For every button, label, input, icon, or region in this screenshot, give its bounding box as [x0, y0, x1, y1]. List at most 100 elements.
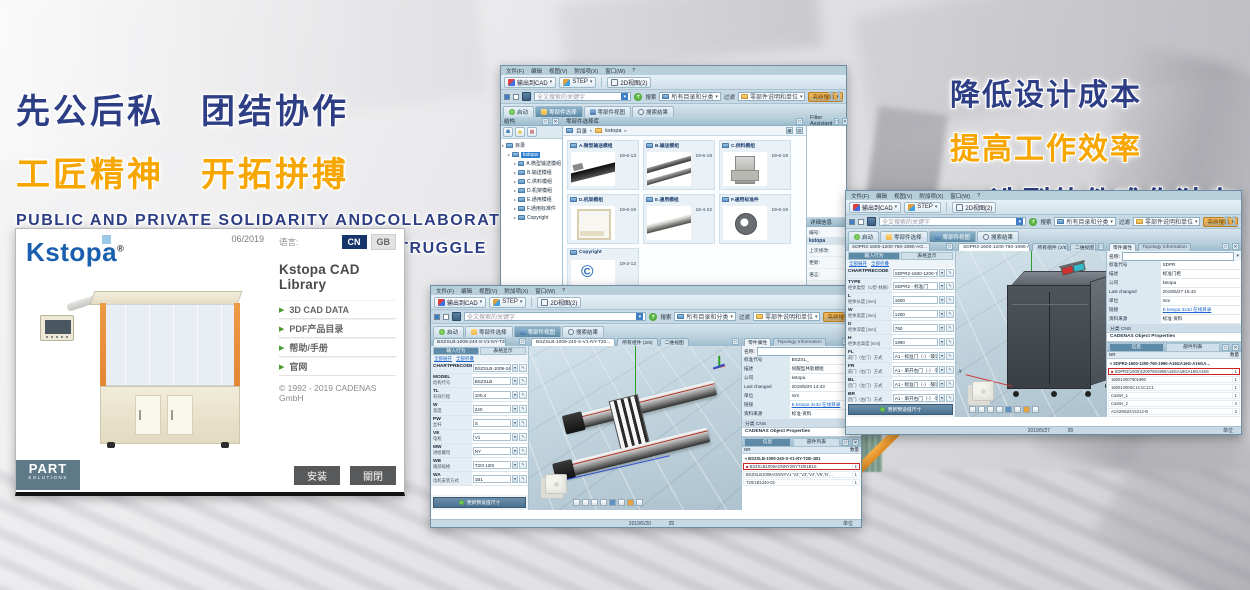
tab-part-selection[interactable]: 零部件选择	[535, 106, 583, 117]
menu-item[interactable]: ?	[632, 68, 635, 74]
maximize-icon[interactable]: □	[834, 118, 839, 125]
structure-row[interactable]: BSZSLB1009AGNNYV1 'V2','V3','V4','V5','N…	[743, 471, 860, 478]
edit-icon[interactable]: ✎	[946, 338, 954, 346]
chevron-down-icon[interactable]: ▾	[512, 461, 518, 469]
menu-item[interactable]: 附加项(X)	[504, 287, 528, 295]
structure-row[interactable]: SDPR2-1600-1200-760-1990-A16GA16G-A16GA…	[1108, 360, 1240, 367]
chevron-down-icon[interactable]: ▾	[939, 394, 945, 402]
edit-icon[interactable]: ✎	[946, 352, 954, 360]
topology-tab[interactable]: Topology Information	[773, 338, 826, 346]
menu-item[interactable]: ?	[562, 288, 565, 294]
subtab-input[interactable]: 输入行为	[848, 252, 900, 260]
view-option-icon[interactable]: ▤	[796, 127, 803, 134]
search-option-checkbox[interactable]	[858, 219, 864, 225]
tab-search-results[interactable]: 搜索结果	[977, 231, 1019, 242]
parameter-value[interactable]: 240	[473, 405, 511, 413]
menu-item[interactable]: 窗口(W)	[950, 192, 970, 200]
view-2d-button[interactable]: 2D视图(2)	[952, 202, 996, 213]
menu-item[interactable]: 文件(F)	[436, 287, 454, 295]
dialog-menu-item[interactable]: ▶ 3D CAD DATA	[279, 300, 396, 319]
viewport-tab-assembly[interactable]: 所有组件 (2/8)	[617, 338, 657, 346]
maximize-icon[interactable]: □	[732, 338, 739, 345]
catalog-card[interactable]: C.供料模组 19-6-19	[719, 140, 791, 190]
structure-row[interactable]: Caster_11	[1108, 392, 1240, 399]
advanced-search-button[interactable]: 高级搜索▾	[1203, 217, 1238, 227]
chevron-down-icon[interactable]: ▾	[939, 366, 945, 374]
view-tool-icon[interactable]	[582, 499, 589, 506]
structure-row[interactable]: Caster_24	[1108, 400, 1240, 407]
export-to-cad-button[interactable]: 输出到CAD▾	[434, 297, 486, 308]
dialog-menu-item[interactable]: ▶ 官网	[279, 357, 396, 376]
info-tab[interactable]: 信息	[744, 438, 791, 447]
close-icon[interactable]: ✕	[552, 118, 559, 125]
chevron-down-icon[interactable]: ▾	[512, 377, 518, 385]
zoom-icon[interactable]	[600, 499, 607, 506]
tab-start[interactable]: 启动	[848, 231, 879, 242]
maximize-icon[interactable]: □	[542, 118, 549, 125]
edit-icon[interactable]: ✎	[946, 366, 954, 374]
structure-row[interactable]: T20I1B1240-021	[743, 479, 860, 486]
tab-search-results[interactable]: 搜索结果	[632, 106, 674, 117]
tree-caret-icon[interactable]: ▸	[514, 170, 516, 175]
search-scope-combo[interactable]: 所有目录和分类▾	[659, 92, 721, 101]
edit-icon[interactable]: ✎	[519, 433, 527, 441]
catalog-card[interactable]: A.微型输送模组 19-6-13	[567, 140, 639, 190]
tab-start[interactable]: 启动	[503, 106, 534, 117]
parameter-value[interactable]: A1 - 标准门（-）-玻璃窗（透）	[893, 352, 938, 360]
subtab-table[interactable]: 表格显示	[901, 252, 953, 260]
cabinet-model[interactable]	[1007, 271, 1106, 399]
menu-item[interactable]: ?	[977, 193, 980, 199]
parameter-value[interactable]: S	[473, 419, 511, 427]
structure-row[interactable]: BSZSLB1009AGNNY2NYT20I1B1S1	[743, 463, 860, 470]
breadcrumb-category[interactable]: kstopa	[605, 128, 621, 134]
parameter-value[interactable]: 1200	[893, 310, 938, 318]
maximize-icon[interactable]: □	[519, 338, 526, 345]
search-input[interactable]: 全文搜索的关键字▾	[534, 92, 631, 101]
info-tab[interactable]: 信息	[1109, 343, 1164, 352]
chevron-down-icon[interactable]: ▾	[939, 352, 945, 360]
edit-icon[interactable]: ✎	[519, 475, 527, 483]
parameter-value[interactable]: SDPR2-1600-1200-760-19	[893, 269, 938, 277]
chevron-down-icon[interactable]: ▾	[512, 475, 518, 483]
calendar-icon[interactable]: ▦	[527, 127, 537, 137]
pan-icon[interactable]	[1014, 406, 1021, 413]
close-icon[interactable]: ✕	[1232, 344, 1239, 351]
maximize-icon[interactable]: □	[1222, 243, 1229, 250]
search-mode-button[interactable]	[867, 217, 876, 226]
menu-item[interactable]: 附加项(X)	[574, 67, 598, 75]
search-option-checkbox[interactable]	[443, 314, 449, 320]
parameter-value[interactable]: BSZSLB-1009-240-S-V1-N	[473, 364, 511, 372]
chevron-down-icon[interactable]: ▾	[512, 419, 518, 427]
step-format-button[interactable]: STEP▾	[904, 202, 941, 213]
viewport-tab-model[interactable]: BSZSLB-1009-240-S-V1-NY-T20...	[531, 338, 615, 346]
edit-icon[interactable]: ✎	[946, 269, 954, 277]
structure-row[interactable]: 16001200SC1C1C1C11	[1108, 384, 1240, 391]
catalog-card[interactable]: F.通用标准件 19-6-19	[719, 194, 791, 244]
chevron-down-icon[interactable]: ▾	[512, 447, 518, 455]
search-scope-combo[interactable]: 所有目录和分类▾	[674, 312, 736, 321]
view-tool-icon[interactable]	[591, 499, 598, 506]
viewport-tab-assembly[interactable]: 所有组件 (2/8)	[1032, 243, 1067, 251]
search-option-checkbox[interactable]	[434, 314, 440, 320]
tab-part-view[interactable]: 零部件视图	[584, 106, 632, 117]
close-icon[interactable]: ✕	[842, 118, 848, 125]
navigation-cube[interactable]	[545, 474, 567, 494]
maximize-icon[interactable]: □	[796, 118, 803, 125]
breadcrumb-root[interactable]: 目录	[576, 127, 587, 135]
maximize-icon[interactable]: □	[946, 243, 953, 250]
viewport-3d[interactable]	[529, 346, 741, 510]
tab-part-selection[interactable]: 零部件选择	[880, 231, 928, 242]
catalog-card[interactable]: B.输送模组 19-6-19	[643, 140, 715, 190]
tree-item[interactable]: ▸ 目录	[502, 141, 561, 150]
tree-item[interactable]: ▸ D.机架模组	[502, 186, 561, 195]
search-option-checkbox[interactable]	[513, 94, 519, 100]
edit-icon[interactable]: ✎	[519, 447, 527, 455]
parameter-value[interactable]: 1600	[893, 296, 938, 304]
name-input[interactable]	[757, 347, 855, 356]
collapse-all-link[interactable]: 全部折叠	[456, 356, 474, 362]
step-format-button[interactable]: STEP▾	[489, 297, 526, 308]
search-input[interactable]: 全文搜索的关键字▾	[464, 312, 646, 321]
view-tool-icon[interactable]	[987, 406, 994, 413]
advanced-search-button[interactable]: 高级搜索▾	[808, 92, 843, 102]
structure-row[interactable]: 1600120076019901	[1108, 376, 1240, 383]
